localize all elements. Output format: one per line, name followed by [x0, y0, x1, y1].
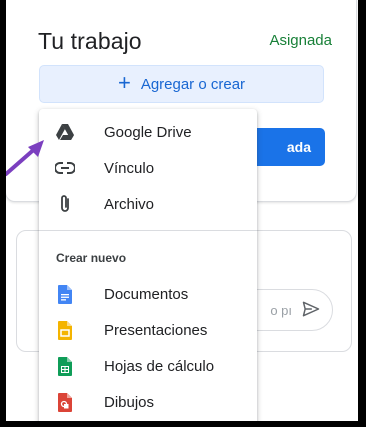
menu-divider: [39, 230, 257, 231]
sheets-icon: [53, 354, 77, 378]
menu-item-sheets[interactable]: Hojas de cálculo: [39, 348, 257, 384]
menu-item-drawings[interactable]: Dibujos: [39, 384, 257, 420]
docs-icon: [53, 282, 77, 306]
menu-item-label: Vínculo: [104, 159, 155, 177]
menu-item-slides[interactable]: Presentaciones: [39, 312, 257, 348]
menu-item-label: Dibujos: [104, 393, 155, 411]
create-new-heading: Crear nuevo: [56, 251, 127, 265]
menu-item-label: Presentaciones: [104, 321, 208, 339]
plus-icon: +: [117, 70, 131, 95]
google-drive-icon: [53, 120, 77, 144]
menu-item-label: Hojas de cálculo: [104, 357, 215, 375]
add-or-create-button[interactable]: + Agregar o crear: [39, 65, 324, 103]
menu-item-label: Documentos: [104, 285, 189, 303]
menu-item-file[interactable]: Archivo: [39, 186, 257, 222]
annotation-arrow-icon: [6, 140, 44, 176]
add-or-create-label: Agregar o crear: [140, 75, 246, 93]
paperclip-icon: [53, 192, 77, 216]
screenshot-frame: Tu trabajo Asignada + Agregar o crear ad…: [6, 0, 358, 421]
work-title: Tu trabajo: [38, 28, 142, 54]
send-icon[interactable]: [300, 299, 322, 322]
link-icon: [53, 156, 77, 180]
drawings-icon: [53, 390, 77, 414]
comment-placeholder: o pı: [270, 302, 292, 318]
menu-item-label: Google Drive: [104, 123, 192, 141]
add-or-create-menu: Google Drive Vínculo Archivo Crear nuevo: [39, 109, 257, 421]
slides-icon: [53, 318, 77, 342]
work-status: Asignada: [269, 32, 332, 49]
menu-item-link[interactable]: Vínculo: [39, 150, 257, 186]
mark-done-label: ada: [286, 139, 311, 155]
menu-item-label: Archivo: [104, 195, 155, 213]
menu-item-google-drive[interactable]: Google Drive: [39, 114, 257, 150]
menu-item-docs[interactable]: Documentos: [39, 276, 257, 312]
